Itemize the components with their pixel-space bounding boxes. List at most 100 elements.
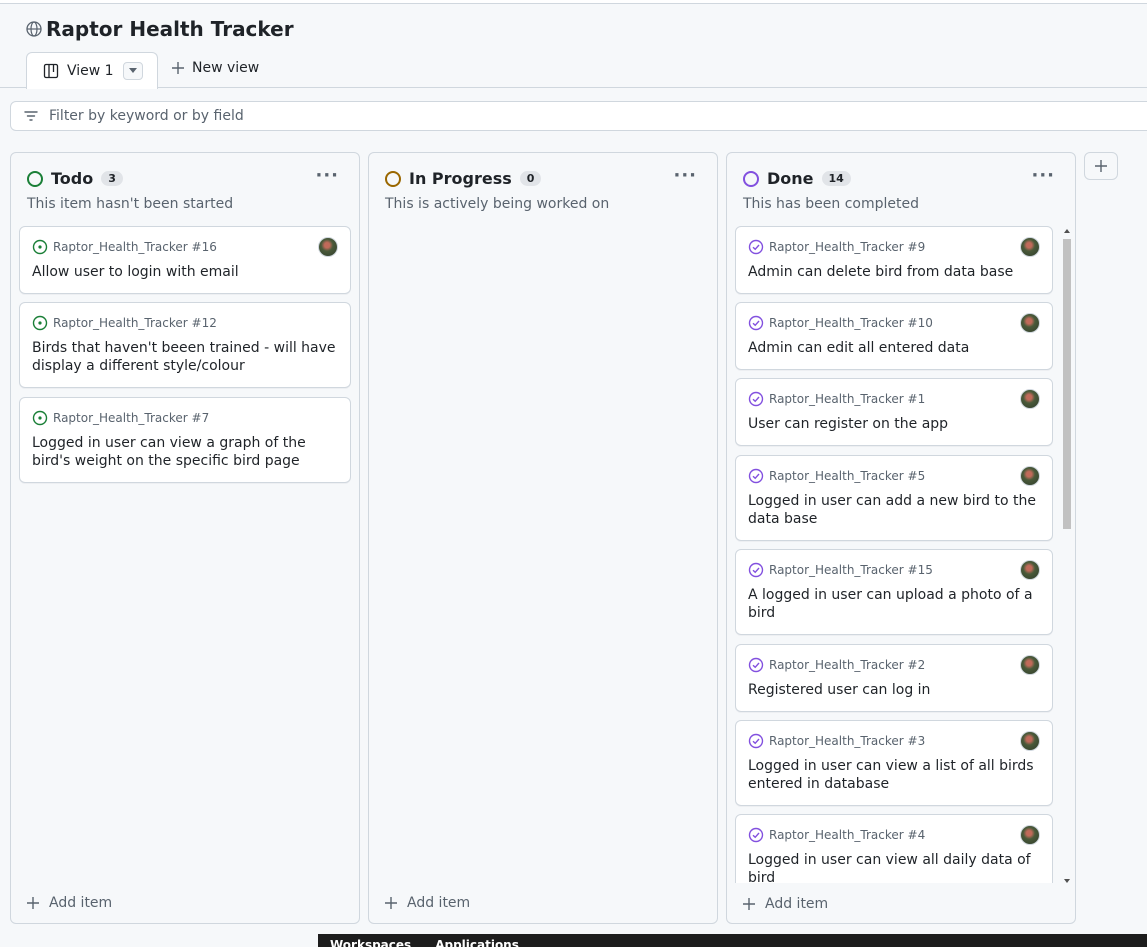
card-title[interactable]: Allow user to login with email: [32, 263, 336, 281]
status-circle-icon: [27, 170, 43, 187]
column-count: 3: [101, 171, 123, 186]
plus-icon: [172, 62, 184, 74]
column-name: In Progress: [409, 169, 512, 188]
avatar[interactable]: [1020, 731, 1040, 751]
card-ref[interactable]: Raptor_Health_Tracker #15: [769, 563, 933, 577]
card-title[interactable]: Admin can delete bird from data base: [748, 263, 1038, 281]
avatar[interactable]: [1020, 560, 1040, 580]
card-title[interactable]: Admin can edit all entered data: [748, 339, 1038, 357]
top-border: [0, 0, 1147, 4]
avatar[interactable]: [1020, 825, 1040, 845]
card-item[interactable]: Raptor_Health_Tracker #10 Admin can edit…: [735, 302, 1053, 370]
card-meta: Raptor_Health_Tracker #4: [748, 827, 925, 843]
card-title[interactable]: Registered user can log in: [748, 681, 1038, 699]
card-ref[interactable]: Raptor_Health_Tracker #10: [769, 316, 933, 330]
add-item-button[interactable]: Add item: [27, 895, 112, 911]
issue-closed-icon: [748, 468, 764, 484]
card-title[interactable]: Logged in user can view all daily data o…: [748, 851, 1038, 883]
scroll-down-arrow-icon[interactable]: [1064, 879, 1070, 883]
taskbar-applications[interactable]: Applications: [435, 934, 519, 947]
column-menu-button[interactable]: ···: [315, 165, 339, 186]
column-description: This item hasn't been started: [27, 196, 234, 212]
card-item[interactable]: Raptor_Health_Tracker #5 Logged in user …: [735, 455, 1053, 541]
card-meta: Raptor_Health_Tracker #15: [748, 562, 933, 578]
card-title[interactable]: Logged in user can add a new bird to the…: [748, 492, 1038, 528]
card-item[interactable]: Raptor_Health_Tracker #3 Logged in user …: [735, 720, 1053, 806]
card-meta: Raptor_Health_Tracker #3: [748, 733, 925, 749]
avatar[interactable]: [318, 237, 338, 257]
filter-placeholder: Filter by keyword or by field: [49, 108, 244, 124]
card-item[interactable]: Raptor_Health_Tracker #7 Logged in user …: [19, 397, 351, 483]
card-item[interactable]: Raptor_Health_Tracker #2 Registered user…: [735, 644, 1053, 712]
card-item[interactable]: Raptor_Health_Tracker #1 User can regist…: [735, 378, 1053, 446]
card-meta: Raptor_Health_Tracker #10: [748, 315, 933, 331]
add-column-button[interactable]: [1084, 152, 1118, 180]
card-item[interactable]: Raptor_Health_Tracker #4 Logged in user …: [735, 814, 1053, 883]
card-title[interactable]: A logged in user can upload a photo of a…: [748, 586, 1038, 622]
card-ref[interactable]: Raptor_Health_Tracker #5: [769, 469, 925, 483]
issue-closed-icon: [748, 657, 764, 673]
done-card-list[interactable]: Raptor_Health_Tracker #9 Admin can delet…: [727, 225, 1075, 883]
tab-view-1[interactable]: View 1: [26, 52, 158, 89]
column-description: This has been completed: [743, 196, 919, 212]
card-ref[interactable]: Raptor_Health_Tracker #16: [53, 240, 217, 254]
plus-icon: [385, 897, 397, 909]
card-item[interactable]: Raptor_Health_Tracker #9 Admin can delet…: [735, 226, 1053, 294]
issue-closed-icon: [748, 733, 764, 749]
column-in-progress: In Progress 0 ··· This is actively being…: [368, 152, 718, 924]
card-meta: Raptor_Health_Tracker #5: [748, 468, 925, 484]
scroll-up-arrow-icon[interactable]: [1064, 229, 1070, 233]
card-item[interactable]: Raptor_Health_Tracker #12 Birds that hav…: [19, 302, 351, 388]
card-ref[interactable]: Raptor_Health_Tracker #9: [769, 240, 925, 254]
issue-closed-icon: [748, 391, 764, 407]
card-ref[interactable]: Raptor_Health_Tracker #3: [769, 734, 925, 748]
card-title[interactable]: Birds that haven't beeen trained - will …: [32, 339, 336, 375]
card-ref[interactable]: Raptor_Health_Tracker #2: [769, 658, 925, 672]
project-title: Raptor Health Tracker: [46, 17, 294, 41]
card-meta: Raptor_Health_Tracker #16: [32, 239, 217, 255]
avatar[interactable]: [1020, 655, 1040, 675]
issue-opened-icon: [32, 315, 48, 331]
project-header: Raptor Health Tracker: [26, 17, 294, 41]
tab-view-1-label: View 1: [67, 63, 114, 79]
card-meta: Raptor_Health_Tracker #9: [748, 239, 925, 255]
card-meta: Raptor_Health_Tracker #1: [748, 391, 925, 407]
column-menu-button[interactable]: ···: [1031, 165, 1055, 186]
filter-input[interactable]: Filter by keyword or by field: [10, 101, 1147, 131]
card-meta: Raptor_Health_Tracker #2: [748, 657, 925, 673]
issue-closed-icon: [748, 562, 764, 578]
column-todo: Todo 3 ··· This item hasn't been started…: [10, 152, 360, 924]
card-ref[interactable]: Raptor_Health_Tracker #1: [769, 392, 925, 406]
column-menu-button[interactable]: ···: [673, 165, 697, 186]
avatar[interactable]: [1020, 466, 1040, 486]
add-item-button[interactable]: Add item: [743, 896, 828, 912]
column-name: Done: [767, 169, 814, 188]
card-item[interactable]: Raptor_Health_Tracker #16 Allow user to …: [19, 226, 351, 294]
new-view-button[interactable]: New view: [172, 60, 259, 76]
column-description: This is actively being worked on: [385, 196, 610, 212]
card-title[interactable]: User can register on the app: [748, 415, 1038, 433]
new-view-label: New view: [192, 60, 260, 76]
view-options-dropdown[interactable]: [123, 62, 143, 80]
card-ref[interactable]: Raptor_Health_Tracker #7: [53, 411, 209, 425]
taskbar: Workspaces Applications: [318, 934, 1147, 947]
column-done: Done 14 ··· This has been completed Rapt…: [726, 152, 1076, 924]
issue-opened-icon: [32, 410, 48, 426]
card-ref[interactable]: Raptor_Health_Tracker #12: [53, 316, 217, 330]
column-count: 14: [821, 171, 851, 186]
card-title[interactable]: Logged in user can view a graph of the b…: [32, 434, 336, 470]
card-ref[interactable]: Raptor_Health_Tracker #4: [769, 828, 925, 842]
add-item-button[interactable]: Add item: [385, 895, 470, 911]
plus-icon: [27, 897, 39, 909]
scroll-thumb[interactable]: [1063, 239, 1071, 529]
card-item[interactable]: Raptor_Health_Tracker #15 A logged in us…: [735, 549, 1053, 635]
avatar[interactable]: [1020, 389, 1040, 409]
column-name: Todo: [51, 169, 94, 188]
issue-closed-icon: [748, 315, 764, 331]
done-scrollbar[interactable]: [1061, 227, 1073, 885]
avatar[interactable]: [1020, 237, 1040, 257]
avatar[interactable]: [1020, 313, 1040, 333]
card-title[interactable]: Logged in user can view a list of all bi…: [748, 757, 1038, 793]
taskbar-workspaces[interactable]: Workspaces: [330, 934, 411, 947]
issue-closed-icon: [748, 239, 764, 255]
